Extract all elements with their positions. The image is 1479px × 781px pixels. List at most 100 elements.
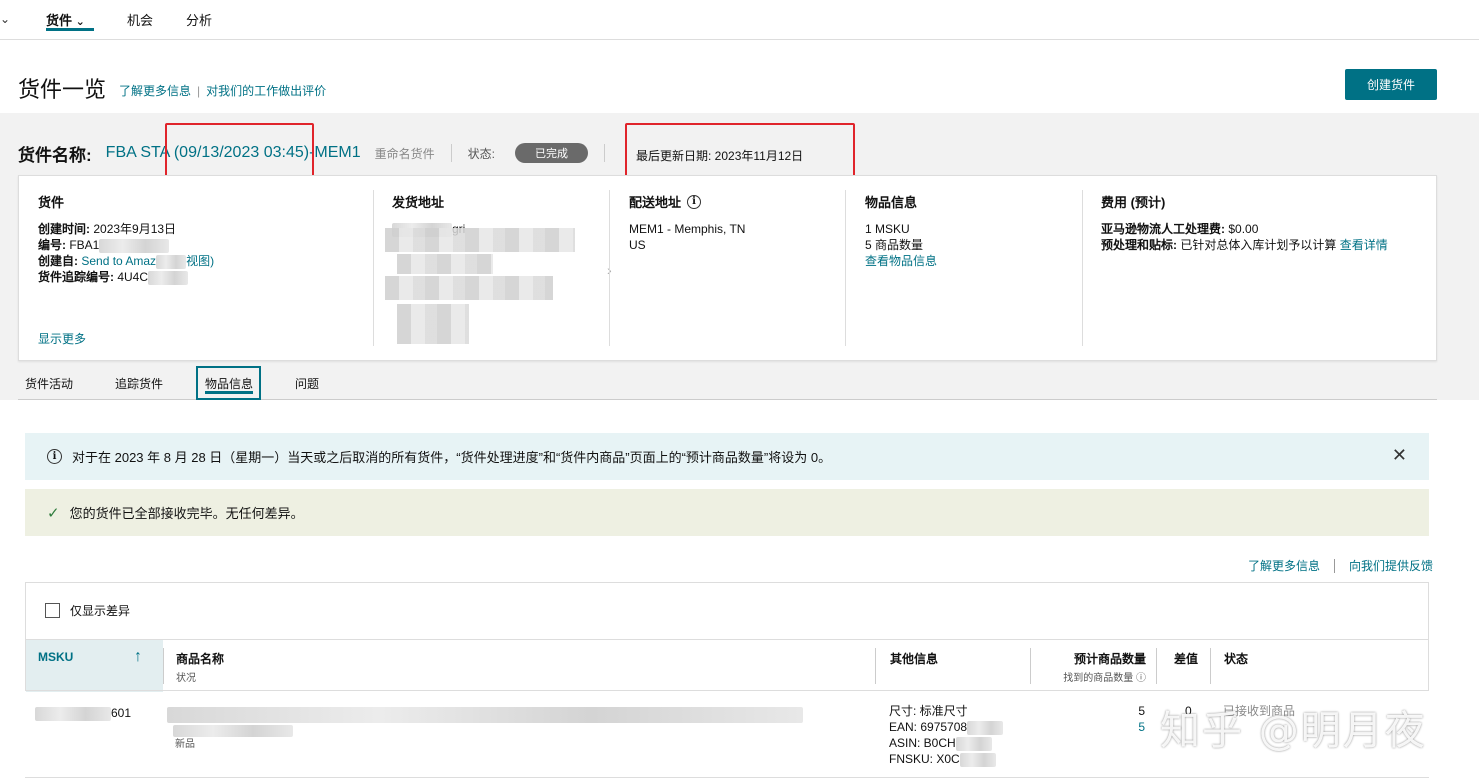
tab-shipment-events[interactable]: 货件活动: [25, 375, 73, 392]
redacted-area: [385, 228, 575, 252]
status-label: 状态:: [467, 146, 495, 161]
learn-more-link[interactable]: 了解更多信息: [119, 84, 191, 98]
tracking-value: 4U4C: [117, 270, 149, 284]
success-alert-text: 您的货件已全部接收完毕。无任何差异。: [69, 506, 304, 521]
annotation-box-date: [165, 123, 314, 177]
shipment-name-row: 货件名称: FBA STA (09/13/2023 03:45)-MEM1 重命…: [18, 143, 621, 165]
prep-fee-value: 已针对总体入库计划予以计算: [1180, 238, 1337, 252]
created-from-link-tail[interactable]: 视图): [186, 254, 214, 268]
column-header-expected: 预计商品数量找到的商品数量 ⓘ: [1054, 650, 1146, 684]
tracking-row: 货件追踪编号: 4U4C: [38, 269, 214, 285]
expected-qty: 5: [1138, 704, 1145, 718]
asin-info: ASIN: B0CH: [889, 735, 1003, 751]
view-items-link[interactable]: 查看物品信息: [865, 254, 937, 268]
shipment-name-label: 货件名称:: [18, 145, 92, 165]
created-row: 创建时间: 2023年9月13日: [38, 221, 214, 237]
fnsku-text: FNSKU: X0C: [889, 752, 960, 766]
discrepancy-checkbox[interactable]: [45, 603, 60, 618]
shipment-tabs: 货件活动 追踪货件 物品信息 问题: [18, 366, 1437, 400]
chevron-down-icon[interactable]: ⌄: [0, 12, 10, 26]
header-links: 了解更多信息 | 对我们的工作做出评价: [119, 82, 326, 99]
section-title: 发货地址: [392, 195, 445, 210]
feedback-link[interactable]: 对我们的工作做出评价: [206, 84, 326, 98]
nav-item-label: 货件: [46, 13, 73, 28]
feedback-link[interactable]: 向我们提供反馈: [1349, 557, 1433, 574]
chevron-down-icon: ⌄: [75, 16, 85, 28]
column-divider: [1156, 648, 1157, 684]
redacted-area: [148, 270, 189, 285]
sort-ascending-icon[interactable]: ↑: [134, 648, 142, 666]
view-details-link[interactable]: 查看详情: [1340, 238, 1388, 252]
info-alert: i 对于在 2023 年 8 月 28 日（星期一）当天或之后取消的所有货件，“…: [25, 433, 1429, 480]
created-label: 创建时间:: [38, 222, 90, 236]
redacted-area: [156, 254, 187, 269]
labor-fee-label: 亚马逊物流人工处理费:: [1101, 222, 1225, 236]
msku-tail: 601: [111, 706, 132, 720]
column-header-found: 找到的商品数量 ⓘ: [1063, 673, 1146, 684]
prep-fee-row: 预处理和贴标: 已针对总体入库计划予以计算 查看详情: [1101, 237, 1388, 253]
msku-cell: 601: [35, 705, 131, 721]
created-from-link[interactable]: Send to Amaz: [81, 254, 156, 268]
column-divider: [1082, 190, 1083, 346]
tracking-label: 货件追踪编号:: [38, 270, 114, 284]
other-info-cell: 尺寸: 标准尺寸 EAN: 6975708 ASIN: B0CH FNSKU: …: [889, 703, 1004, 767]
info-alert-text: 对于在 2023 年 8 月 28 日（星期一）当天或之后取消的所有货件，“货件…: [72, 450, 832, 465]
nav-item-analytics[interactable]: 分析: [186, 10, 212, 29]
create-shipment-button[interactable]: 创建货件: [1345, 69, 1437, 100]
nav-item-shipments[interactable]: 货件 ⌄: [46, 10, 85, 29]
condition-cell: 新品: [175, 739, 195, 750]
found-qty: 5: [1138, 720, 1145, 734]
close-icon[interactable]: ✕: [1392, 445, 1407, 466]
created-value: 2023年9月13日: [93, 222, 177, 236]
redacted-area: [959, 752, 996, 767]
info-icon: i: [47, 449, 62, 464]
ean-text: EAN: 6975708: [889, 720, 968, 734]
column-header-name: 商品名称 状况: [176, 650, 224, 684]
ship-to-line2: US: [629, 238, 646, 252]
info-col-ship-to: 配送地址 i MEM1 - Memphis, TN US: [629, 192, 745, 253]
tab-track-shipment[interactable]: 追踪货件: [115, 375, 163, 392]
watermark: 知乎 @明月夜: [1160, 708, 1427, 754]
status-badge: 已完成: [514, 143, 588, 163]
column-divider: [845, 190, 846, 346]
column-divider: [609, 190, 610, 346]
info-icon[interactable]: i: [687, 194, 702, 209]
discrepancy-filter-label: 仅显示差异: [70, 604, 131, 618]
ean-info: EAN: 6975708: [889, 719, 1004, 735]
annotation-box-updated: [625, 123, 855, 177]
info-col-items: 物品信息 1 MSKU 5 商品数量 查看物品信息: [865, 192, 937, 269]
show-more-link[interactable]: 显示更多: [38, 330, 86, 347]
column-header-name-text: 商品名称: [176, 652, 225, 666]
labor-fee-value: $0.00: [1228, 222, 1259, 236]
column-divider: [1030, 648, 1031, 684]
link-separator: |: [197, 84, 201, 98]
section-title-text: 配送地址: [629, 195, 682, 210]
section-title: 费用 (预计): [1101, 195, 1166, 210]
learn-more-link[interactable]: 了解更多信息: [1248, 557, 1320, 574]
created-from-row: 创建自: Send to Amaz 视图): [38, 253, 214, 269]
tab-contents[interactable]: 物品信息: [205, 375, 253, 392]
table-header: MSKU ↑ 商品名称 状况 其他信息 预计商品数量 找到的商品数量 ⓘ 差值 状态: [26, 639, 1428, 692]
shipment-info-card: 货件 创建时间: 2023年9月13日 编号: FBA1 创建自: Send t…: [18, 175, 1437, 361]
divider: [450, 144, 452, 162]
nav-item-opportunities[interactable]: 机会: [127, 10, 153, 29]
rename-shipment-link[interactable]: 重命名货件: [375, 145, 435, 162]
section-title: 配送地址 i: [629, 192, 745, 211]
success-alert: ✓ 您的货件已全部接收完毕。无任何差异。: [25, 489, 1429, 536]
column-header-diff: 差值: [1174, 652, 1199, 666]
section-title: 货件: [38, 195, 65, 210]
number-row: 编号: FBA1: [38, 237, 214, 253]
quantity-cell: 5 5: [1125, 703, 1145, 735]
column-header-expected-text: 预计商品数量: [1073, 652, 1146, 666]
msku-count: 1 MSKU: [865, 222, 910, 236]
info-col-fees: 费用 (预计) 亚马逊物流人工处理费: $0.00 预处理和贴标: 已针对总体入…: [1101, 192, 1388, 253]
divider: [603, 144, 605, 162]
column-divider: [163, 648, 164, 684]
size-info: 尺寸: 标准尺寸: [889, 704, 968, 718]
column-header-msku[interactable]: MSKU: [38, 650, 73, 664]
unit-count: 5 商品数量: [865, 238, 924, 252]
redacted-area: [397, 254, 493, 274]
column-divider: [875, 648, 876, 684]
discrepancy-filter[interactable]: 仅显示差异: [45, 602, 130, 619]
tab-problems[interactable]: 问题: [295, 375, 319, 392]
